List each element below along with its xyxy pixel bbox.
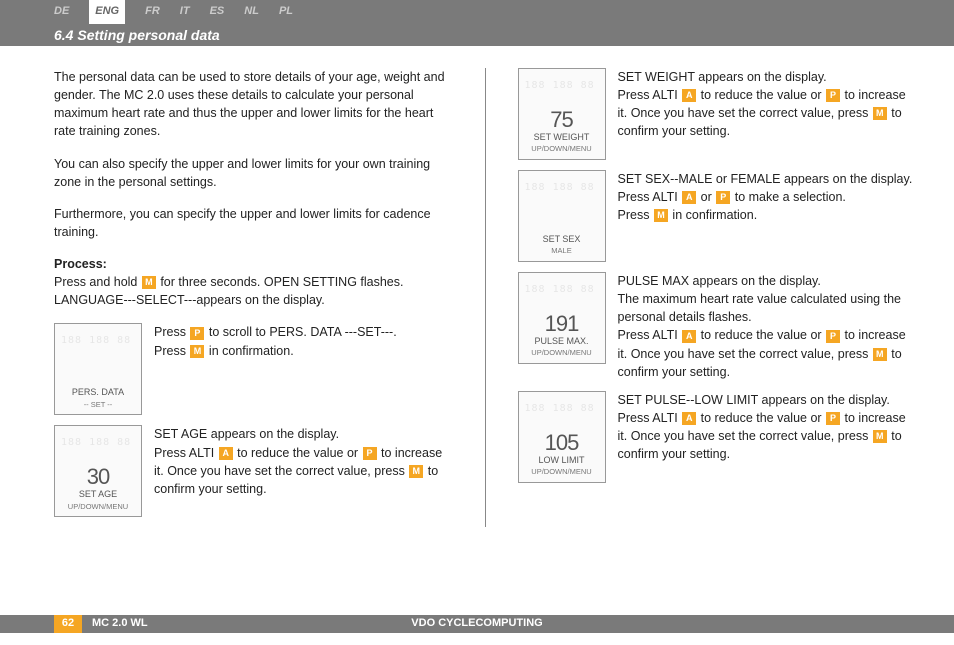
left-column: The personal data can be used to store d… — [54, 68, 453, 527]
lcd-screen: 105LOW LIMITUP/DOWN/MENU — [518, 391, 606, 483]
a-button-icon: A — [682, 191, 696, 204]
lcd-value: 30 — [87, 466, 109, 488]
lcd-label-2: UP/DOWN/MENU — [531, 144, 591, 155]
language-bar: DE ENG FR IT ES NL PL — [0, 0, 954, 24]
lang-tab-pl[interactable]: PL — [279, 4, 293, 20]
step-text: PULSE MAX appears on the display.The max… — [618, 272, 917, 381]
right-column: 75SET WEIGHTUP/DOWN/MENUSET WEIGHT appea… — [518, 68, 917, 527]
p-button-icon: P — [363, 447, 377, 460]
m-button-icon: M — [190, 345, 204, 358]
lcd-screen: SET SEXMALE — [518, 170, 606, 262]
manual-page: DE ENG FR IT ES NL PL 6.4 Setting personal dat… — [0, 0, 954, 645]
section-title-bar: 6.4 Setting personal data — [0, 24, 954, 46]
m-button-icon: M — [142, 276, 156, 289]
m-button-icon: M — [654, 209, 668, 222]
lcd-label-1: PULSE MAX. — [534, 335, 588, 348]
lcd-screen: 191PULSE MAX.UP/DOWN/MENU — [518, 272, 606, 364]
m-button-icon: M — [873, 107, 887, 120]
lcd-label-1: SET WEIGHT — [534, 131, 590, 144]
intro-p3: Furthermore, you can specify the upper a… — [54, 205, 453, 241]
lcd-value: 75 — [550, 109, 572, 131]
section-title: 6.4 Setting personal data — [54, 25, 220, 45]
p-button-icon: P — [716, 191, 730, 204]
lcd-label-1: PERS. DATA — [72, 386, 124, 399]
column-divider — [485, 68, 486, 527]
lang-tab-de[interactable]: DE — [54, 4, 69, 20]
step-text: SET AGE appears on the display.Press ALT… — [154, 425, 453, 498]
lcd-label-2: UP/DOWN/MENU — [531, 467, 591, 478]
page-number: 62 — [54, 615, 82, 633]
lang-tab-nl[interactable]: NL — [244, 4, 259, 20]
footer-brand: VDO CYCLECOMPUTING — [411, 616, 542, 632]
step-text: SET PULSE--LOW LIMIT appears on the disp… — [618, 391, 917, 464]
lang-tab-es[interactable]: ES — [210, 4, 225, 20]
p-button-icon: P — [826, 89, 840, 102]
lcd-label-2: UP/DOWN/MENU — [531, 348, 591, 359]
intro-p1: The personal data can be used to store d… — [54, 68, 453, 141]
p-button-icon: P — [190, 327, 204, 340]
process-instruction: Press and hold M for three seconds. OPEN… — [54, 273, 453, 309]
lcd-label-1: SET SEX — [543, 233, 581, 246]
a-button-icon: A — [682, 89, 696, 102]
lcd-label-1: LOW LIMIT — [538, 454, 584, 467]
page-footer: 62 MC 2.0 WL VDO CYCLECOMPUTING — [0, 615, 954, 633]
instruction-step: 30SET AGEUP/DOWN/MENUSET AGE appears on … — [54, 425, 453, 517]
step-text: SET WEIGHT appears on the display.Press … — [618, 68, 917, 141]
step-text: Press P to scroll to PERS. DATA ---SET--… — [154, 323, 453, 359]
process-label: Process: — [54, 255, 453, 273]
lcd-screen: 75SET WEIGHTUP/DOWN/MENU — [518, 68, 606, 160]
instruction-step: SET SEXMALESET SEX--MALE or FEMALE appea… — [518, 170, 917, 262]
lang-tab-eng[interactable]: ENG — [89, 0, 125, 24]
lcd-screen: 30SET AGEUP/DOWN/MENU — [54, 425, 142, 517]
content-columns: The personal data can be used to store d… — [0, 46, 954, 527]
lcd-screen: PERS. DATA-- SET -- — [54, 323, 142, 415]
footer-model: MC 2.0 WL — [92, 616, 148, 632]
step-text: SET SEX--MALE or FEMALE appears on the d… — [618, 170, 917, 224]
lcd-label-2: MALE — [551, 246, 571, 257]
a-button-icon: A — [219, 447, 233, 460]
lcd-label-2: UP/DOWN/MENU — [68, 502, 128, 513]
lang-tab-fr[interactable]: FR — [145, 4, 160, 20]
p-button-icon: P — [826, 412, 840, 425]
instruction-step: 191PULSE MAX.UP/DOWN/MENUPULSE MAX appea… — [518, 272, 917, 381]
lcd-label-2: -- SET -- — [84, 400, 113, 411]
lcd-label-1: SET AGE — [79, 488, 117, 501]
m-button-icon: M — [873, 348, 887, 361]
a-button-icon: A — [682, 412, 696, 425]
lcd-value: 105 — [545, 432, 579, 454]
intro-p2: You can also specify the upper and lower… — [54, 155, 453, 191]
instruction-step: PERS. DATA-- SET -- Press P to scroll to … — [54, 323, 453, 415]
m-button-icon: M — [409, 465, 423, 478]
lang-tab-it[interactable]: IT — [180, 4, 190, 20]
p-button-icon: P — [826, 330, 840, 343]
instruction-step: 75SET WEIGHTUP/DOWN/MENUSET WEIGHT appea… — [518, 68, 917, 160]
m-button-icon: M — [873, 430, 887, 443]
lcd-value: 191 — [545, 313, 579, 335]
a-button-icon: A — [682, 330, 696, 343]
instruction-step: 105LOW LIMITUP/DOWN/MENUSET PULSE--LOW L… — [518, 391, 917, 483]
